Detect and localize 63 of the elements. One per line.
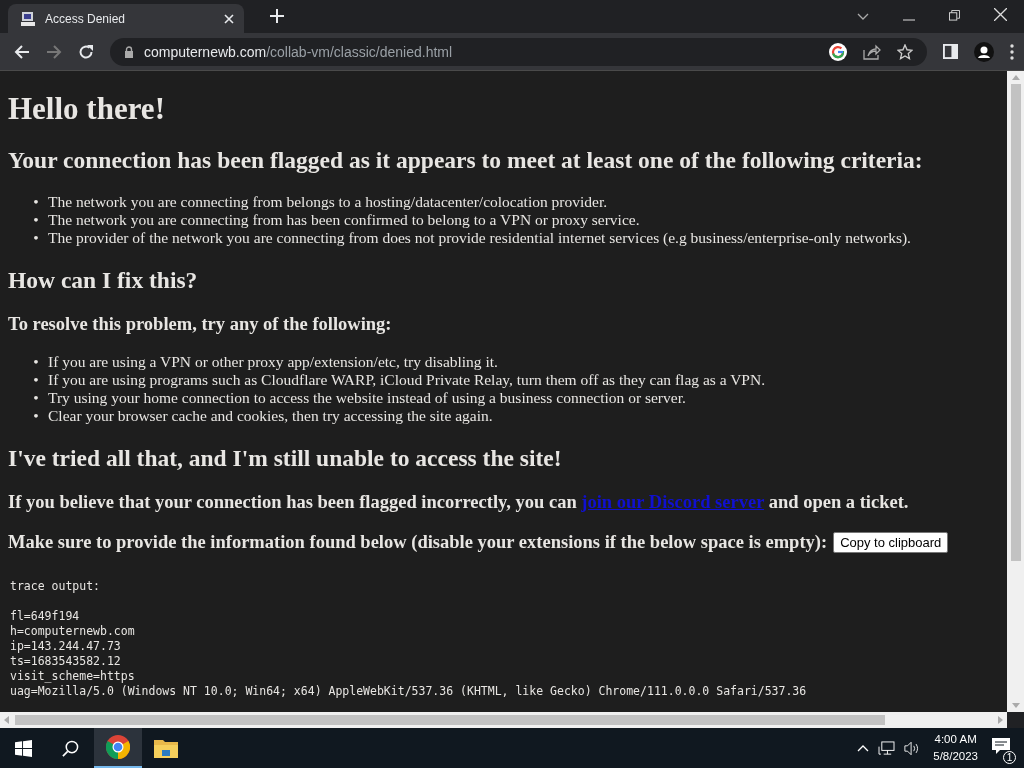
browser-icon: [106, 735, 130, 759]
tab-title: Access Denied: [45, 11, 127, 26]
trace-line: uag=Mozilla/5.0 (Windows NT 10.0; Win64; x64) AppleWebKit/537.36 (KHTML, like Gecko) Chrome/111.0.0.0 Safari/537.36: [10, 684, 808, 699]
new-tab-icon[interactable]: [270, 9, 284, 23]
bullet: •: [32, 407, 40, 425]
bullet: •: [32, 371, 40, 389]
trace-line: fl=649f194: [10, 609, 81, 624]
trace-title: trace output:: [10, 579, 101, 594]
share-icon[interactable]: [863, 43, 881, 60]
chevron-down-icon[interactable]: [857, 13, 869, 21]
bullet: •: [32, 229, 40, 247]
criteria-item: The network you are connecting from has been confirmed to belong to a VPN or proxy service.: [48, 211, 640, 229]
criteria-item: The network you are connecting from belongs to a hosting/datacenter/colocation provider.: [48, 193, 608, 211]
speaker-icon[interactable]: [904, 740, 921, 756]
trace-line: visit_scheme=https: [10, 669, 136, 684]
bullet: •: [32, 193, 40, 211]
url-text: computernewb.com/collab-vm/classic/denied.html: [144, 43, 453, 60]
close-icon[interactable]: [224, 13, 234, 24]
trace-line: ts=1683543582.12: [10, 654, 122, 669]
fix-item: If you are using programs such as Cloudflare WARP, iCloud Private Relay, turn them off as they can flag as a VPN.: [48, 371, 766, 389]
profile-icon[interactable]: [974, 41, 994, 62]
forward-icon[interactable]: [46, 43, 62, 60]
browser-tab[interactable]: Access Denied: [8, 4, 244, 33]
bullet: •: [32, 353, 40, 371]
info-text: Make sure to provide the information found below (disable your extensions if the below space is empty):: [8, 531, 828, 553]
clock-time[interactable]: 4:00 AM: [934, 731, 977, 748]
notification-icon[interactable]: [992, 738, 1010, 754]
restore-icon[interactable]: [949, 10, 960, 21]
back-icon[interactable]: [14, 43, 30, 60]
section-subheading: To resolve this problem, try any of the following:: [8, 313, 393, 335]
close-icon[interactable]: [994, 8, 1007, 21]
computer-icon: [20, 10, 36, 27]
scroll-thumb[interactable]: [1010, 84, 1021, 561]
address-bar[interactable]: computernewb.com/collab-vm/classic/denied.html: [110, 37, 927, 66]
trace-line: h=computernewb.com: [10, 624, 136, 639]
bullet: •: [32, 211, 40, 229]
star-icon[interactable]: [897, 43, 913, 60]
notification-count: 1: [1003, 751, 1016, 764]
section-heading: Your connection has been flagged as it appears to meet at least one of the following criteria:: [8, 146, 924, 174]
folder-icon: [154, 738, 178, 758]
menu-icon[interactable]: [1010, 43, 1014, 60]
scroll-thumb[interactable]: [15, 715, 885, 725]
bullet: •: [32, 389, 40, 407]
lock-icon: [124, 45, 134, 58]
side-panel-icon[interactable]: [943, 44, 958, 59]
google-icon[interactable]: [829, 42, 847, 61]
section-heading: I've tried all that, and I'm still unable to access the site!: [8, 444, 563, 472]
search-icon[interactable]: [62, 739, 79, 757]
clock-date[interactable]: 5/8/2023: [933, 748, 978, 765]
windows-start-icon[interactable]: [15, 739, 32, 757]
chevron-up-icon[interactable]: [857, 744, 870, 752]
section-heading: How can I fix this?: [8, 266, 199, 294]
fix-item: Try using your home connection to access the website instead of using a business connection or server.: [48, 389, 686, 407]
fix-item: Clear your browser cache and cookies, then try accessing the site again.: [48, 407, 493, 425]
copy-button[interactable]: Copy to clipboard: [833, 531, 949, 553]
reload-icon[interactable]: [78, 43, 94, 60]
browser-taskbar-button[interactable]: [94, 728, 142, 768]
contact-text: If you believe that your connection has been flagged incorrectly, you can join our Discord server and open a ticket.: [8, 491, 910, 513]
trace-line: ip=143.244.47.73: [10, 639, 122, 654]
page-title: Hello there!: [8, 91, 166, 127]
network-icon[interactable]: [878, 740, 896, 756]
fix-item: If you are using a VPN or other proxy app/extension/etc, try disabling it.: [48, 353, 498, 371]
criteria-item: The provider of the network you are connecting from does not provide residential internet services (e.g business/enterprise-only networks).: [48, 229, 911, 247]
